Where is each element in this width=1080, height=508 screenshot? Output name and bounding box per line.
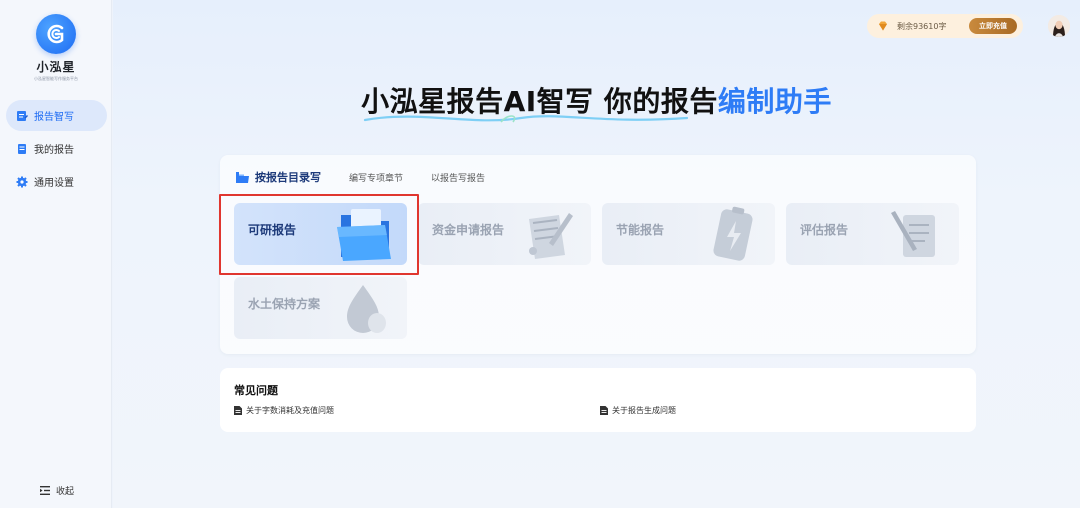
tab-special-chapter[interactable]: 编写专项章节	[349, 171, 403, 184]
report-type-label: 节能报告	[616, 223, 665, 237]
diamond-icon	[879, 21, 887, 31]
gear-icon	[16, 176, 28, 187]
page-title-accent: 编制助手	[717, 85, 832, 118]
faq-title: 常见问题	[234, 384, 278, 397]
faq-item-label: 关于报告生成问题	[612, 406, 676, 415]
tab-label: 以报告写报告	[431, 173, 486, 184]
faq-item-word-consumption[interactable]: 关于字数消耗及充值问题	[234, 405, 334, 416]
brand-name: 小泓星	[36, 60, 76, 74]
folder-3d-icon	[337, 209, 391, 261]
faq-item-label: 关于字数消耗及充值问题	[246, 406, 334, 415]
avatar[interactable]	[1048, 15, 1070, 37]
tab-report-to-report[interactable]: 以报告写报告	[431, 171, 485, 184]
tab-label: 按报告目录写	[255, 171, 321, 184]
collapse-label: 收起	[56, 487, 75, 497]
report-type-funding[interactable]: 资金申请报告	[418, 203, 591, 265]
report-type-energy[interactable]: 节能报告	[602, 203, 775, 265]
report-type-label: 评估报告	[800, 223, 849, 237]
collapse-icon	[40, 486, 50, 495]
report-type-feasibility[interactable]: 可研报告	[234, 203, 407, 265]
report-type-assessment[interactable]: 评估报告	[786, 203, 959, 265]
sidebar-item-label: 我的报告	[34, 145, 74, 156]
report-write-icon	[17, 110, 28, 121]
notepad-pen-icon	[891, 211, 935, 257]
water-drop-icon	[347, 285, 386, 333]
report-card: 按报告目录写 编写专项章节 以报告写报告 可研报告 资金申请报告 节能报告 评估…	[220, 155, 976, 354]
mode-tabs: 按报告目录写 编写专项章节 以报告写报告	[236, 169, 513, 185]
word-balance: 剩余93610字	[897, 21, 947, 31]
sidebar-nav: 报告智写 我的报告 通用设置	[6, 100, 107, 199]
signing-document-icon	[529, 213, 573, 259]
sidebar-item-my-reports[interactable]: 我的报告	[6, 133, 107, 164]
collapse-button[interactable]: 收起	[40, 484, 74, 497]
document-icon	[600, 406, 608, 415]
sidebar-item-report-write[interactable]: 报告智写	[6, 100, 107, 131]
report-type-soil-conservation[interactable]: 水土保持方案	[234, 277, 407, 339]
user-avatar-icon	[1048, 15, 1070, 37]
report-type-label: 水土保持方案	[248, 297, 321, 311]
document-icon	[234, 406, 242, 415]
recharge-button[interactable]: 立即充值	[969, 18, 1017, 34]
sidebar-item-label: 报告智写	[34, 112, 74, 123]
report-type-label: 可研报告	[248, 223, 297, 237]
tab-by-directory[interactable]: 按报告目录写	[236, 169, 321, 185]
main-area: 剩余93610字 立即充值 小泓星报告AI智写 你的报告编制助手 按报告目录写	[113, 0, 1080, 508]
faq-item-report-generation[interactable]: 关于报告生成问题	[600, 405, 676, 416]
faq-section: 常见问题 关于字数消耗及充值问题 关于报告生成问题	[220, 368, 976, 432]
battery-icon	[713, 206, 753, 261]
document-icon	[18, 143, 26, 154]
sidebar: 小泓星 小泓星智能写作服务平台 报告智写 我的报告 通用设置 收起	[0, 0, 112, 508]
report-type-label: 资金申请报告	[432, 223, 505, 237]
balance-pill: 剩余93610字 立即充值	[867, 14, 1023, 38]
folder-icon	[236, 171, 249, 183]
brand-tagline: 小泓星智能写作服务平台	[34, 76, 78, 81]
brand-logo[interactable]: 小泓星 小泓星智能写作服务平台	[0, 14, 112, 82]
sidebar-item-label: 通用设置	[34, 178, 74, 189]
title-underline-decoration	[363, 115, 689, 123]
logo-icon	[36, 14, 76, 54]
tab-label: 编写专项章节	[349, 173, 404, 184]
sidebar-item-settings[interactable]: 通用设置	[6, 166, 107, 197]
